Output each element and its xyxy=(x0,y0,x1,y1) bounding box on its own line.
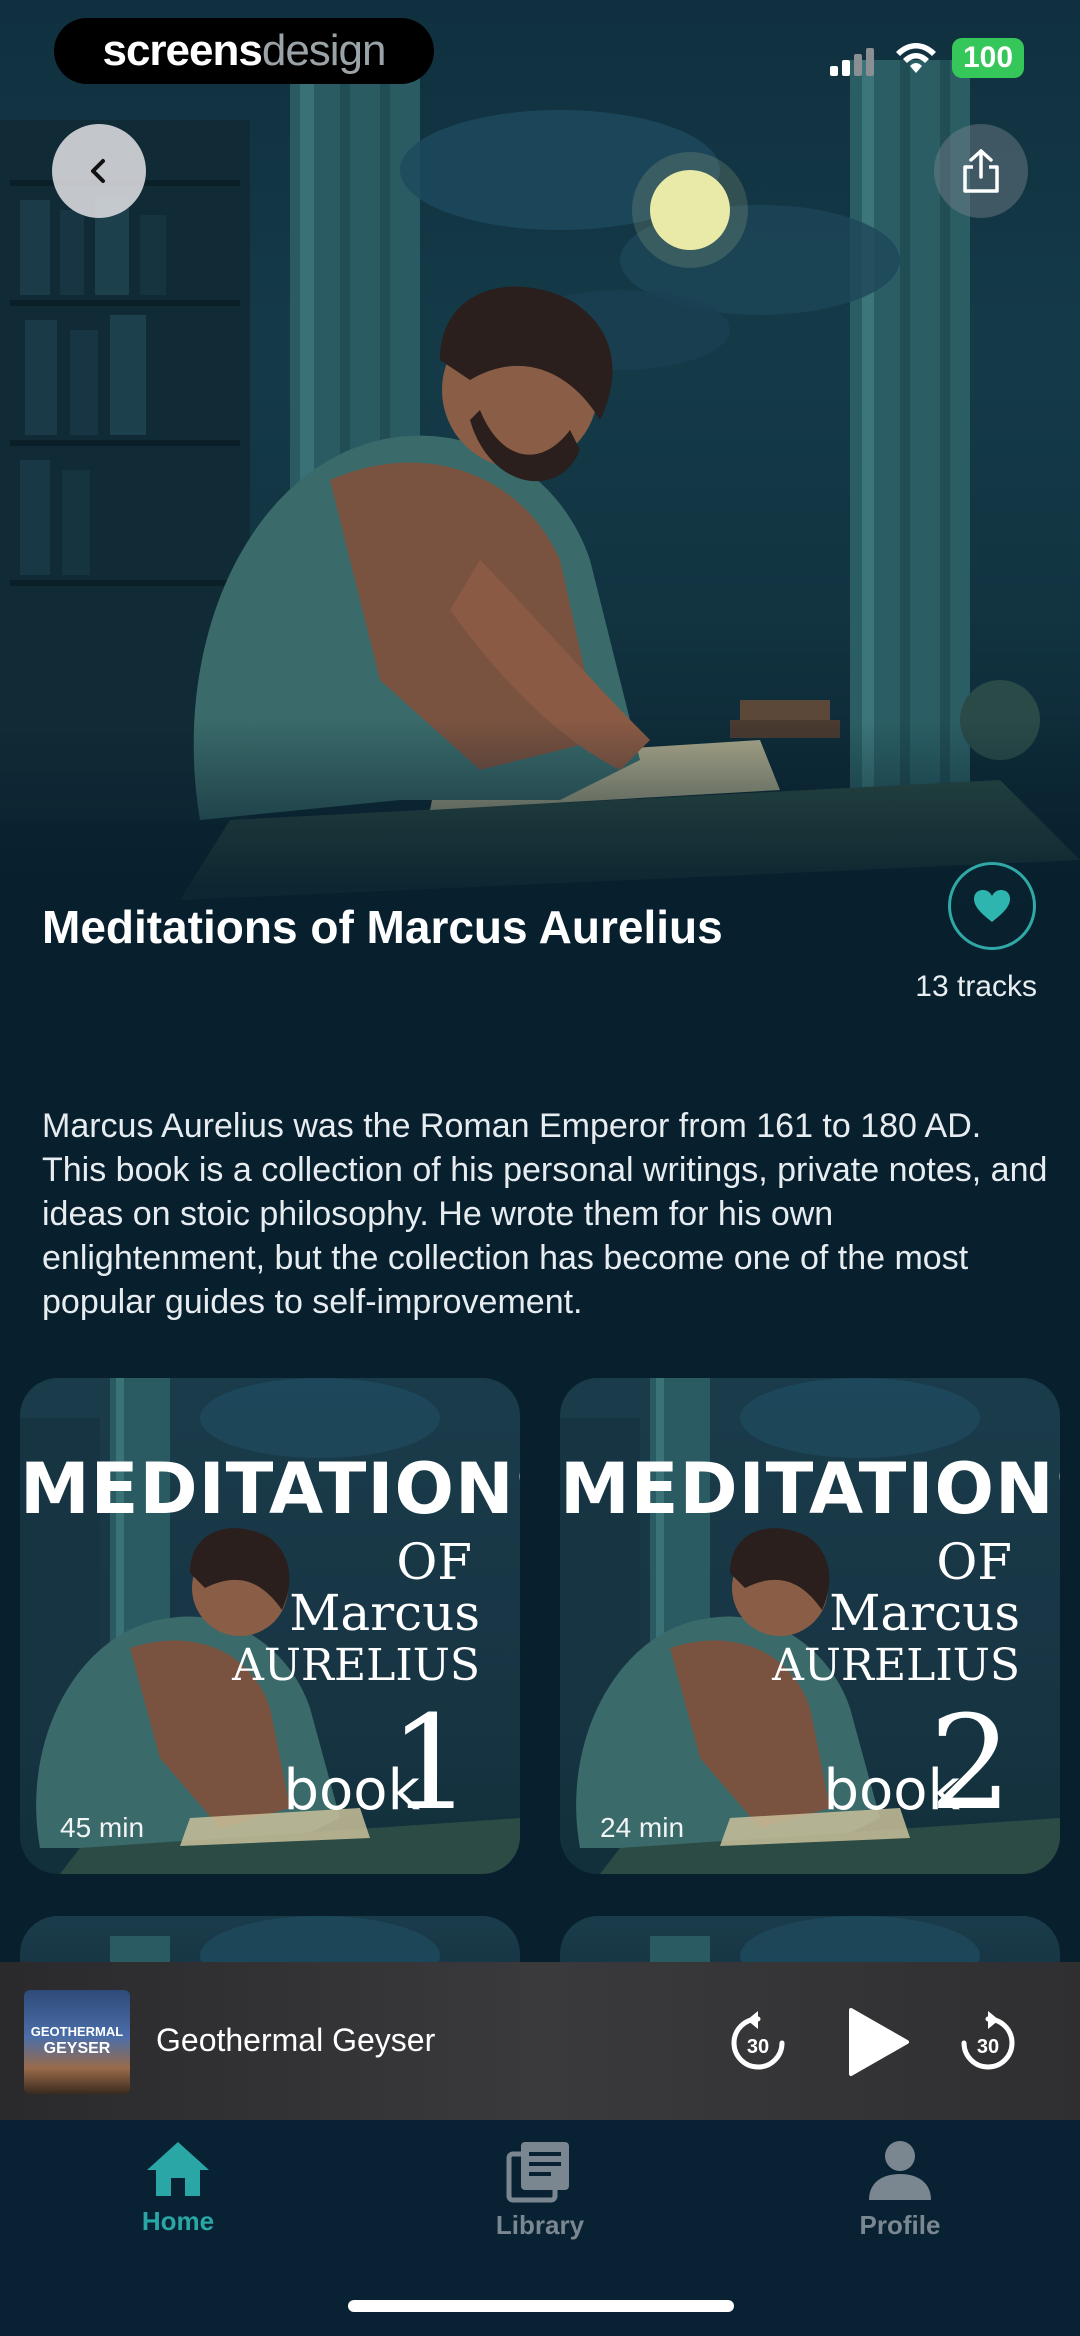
rewind-30-button[interactable]: 30 xyxy=(718,2002,798,2082)
tab-library[interactable]: Library xyxy=(440,2138,640,2268)
album-title: Meditations of Marcus Aurelius xyxy=(42,901,723,953)
forward-label: 30 xyxy=(977,2036,999,2058)
rewind-30-icon: 30 xyxy=(731,2011,785,2070)
forward-30-icon: 30 xyxy=(961,2011,1015,2070)
mini-player[interactable]: GEOTHERMAL GEYSER Geothermal Geyser 30 3… xyxy=(0,1962,1080,2120)
brand-part1: screens xyxy=(102,26,262,75)
track-card-book-2[interactable]: MEDITATIONS OF Marcus AURELIUS book 2 24… xyxy=(560,1378,1060,1874)
card-book-number: 1 xyxy=(389,1687,472,1839)
library-icon xyxy=(506,2142,569,2203)
artwork-line1: GEOTHERMAL xyxy=(30,2024,124,2039)
card-aurelius: AURELIUS xyxy=(232,1640,480,1691)
hero-fade xyxy=(0,720,1080,1000)
screen: screens design 100 Meditations of Marcus… xyxy=(0,0,1080,2336)
card-aurelius: AURELIUS xyxy=(772,1640,1020,1691)
tab-home-label: Home xyxy=(141,2206,215,2236)
share-icon xyxy=(963,149,999,193)
brand-watermark: screens design xyxy=(54,18,434,84)
card-marcus: Marcus xyxy=(829,1584,1020,1642)
card-duration: 24 min xyxy=(600,1812,685,1843)
album-description: Marcus Aurelius was the Roman Emperor fr… xyxy=(42,1107,1048,1321)
favorite-button[interactable] xyxy=(948,862,1036,950)
heart-icon xyxy=(974,890,1010,922)
signal-icon xyxy=(830,48,874,76)
chevron-left-icon xyxy=(91,159,105,183)
tab-library-label: Library xyxy=(495,2210,585,2240)
profile-icon xyxy=(869,2141,931,2200)
track-count: 13 tracks xyxy=(915,970,1037,1003)
wifi-icon xyxy=(896,43,936,73)
track-card-book-1[interactable]: MEDITATIONS OF Marcus AURELIUS book 1 45… xyxy=(20,1378,520,1874)
play-icon xyxy=(849,2008,909,2076)
rewind-label: 30 xyxy=(747,2036,769,2058)
tab-home[interactable]: Home xyxy=(78,2138,278,2268)
artwork-line2: GEYSER xyxy=(43,2040,111,2057)
battery-indicator: 100 xyxy=(952,38,1024,78)
card-title: MEDITATIONS xyxy=(20,1448,520,1530)
home-icon xyxy=(147,2142,209,2196)
card-of: OF xyxy=(396,1533,472,1591)
forward-30-button[interactable]: 30 xyxy=(948,2002,1028,2082)
back-button[interactable] xyxy=(52,124,146,218)
brand-part2: design xyxy=(261,26,387,75)
card-duration: 45 min xyxy=(60,1812,145,1843)
share-button[interactable] xyxy=(934,124,1028,218)
hero-artwork xyxy=(0,0,1080,1000)
card-book-number: 2 xyxy=(929,1687,1012,1839)
tab-profile[interactable]: Profile xyxy=(800,2138,1000,2268)
mini-player-artwork: GEOTHERMAL GEYSER xyxy=(24,1990,130,2094)
play-button[interactable] xyxy=(838,2002,918,2082)
card-of: OF xyxy=(936,1533,1012,1591)
battery-level: 100 xyxy=(962,41,1014,74)
card-title: MEDITATIONS xyxy=(560,1448,1060,1530)
now-playing-title: Geothermal Geyser xyxy=(156,2022,436,2058)
tab-profile-label: Profile xyxy=(859,2210,941,2240)
status-bar: screens design 100 xyxy=(0,0,1080,110)
home-indicator[interactable] xyxy=(348,2300,734,2312)
card-marcus: Marcus xyxy=(289,1584,480,1642)
